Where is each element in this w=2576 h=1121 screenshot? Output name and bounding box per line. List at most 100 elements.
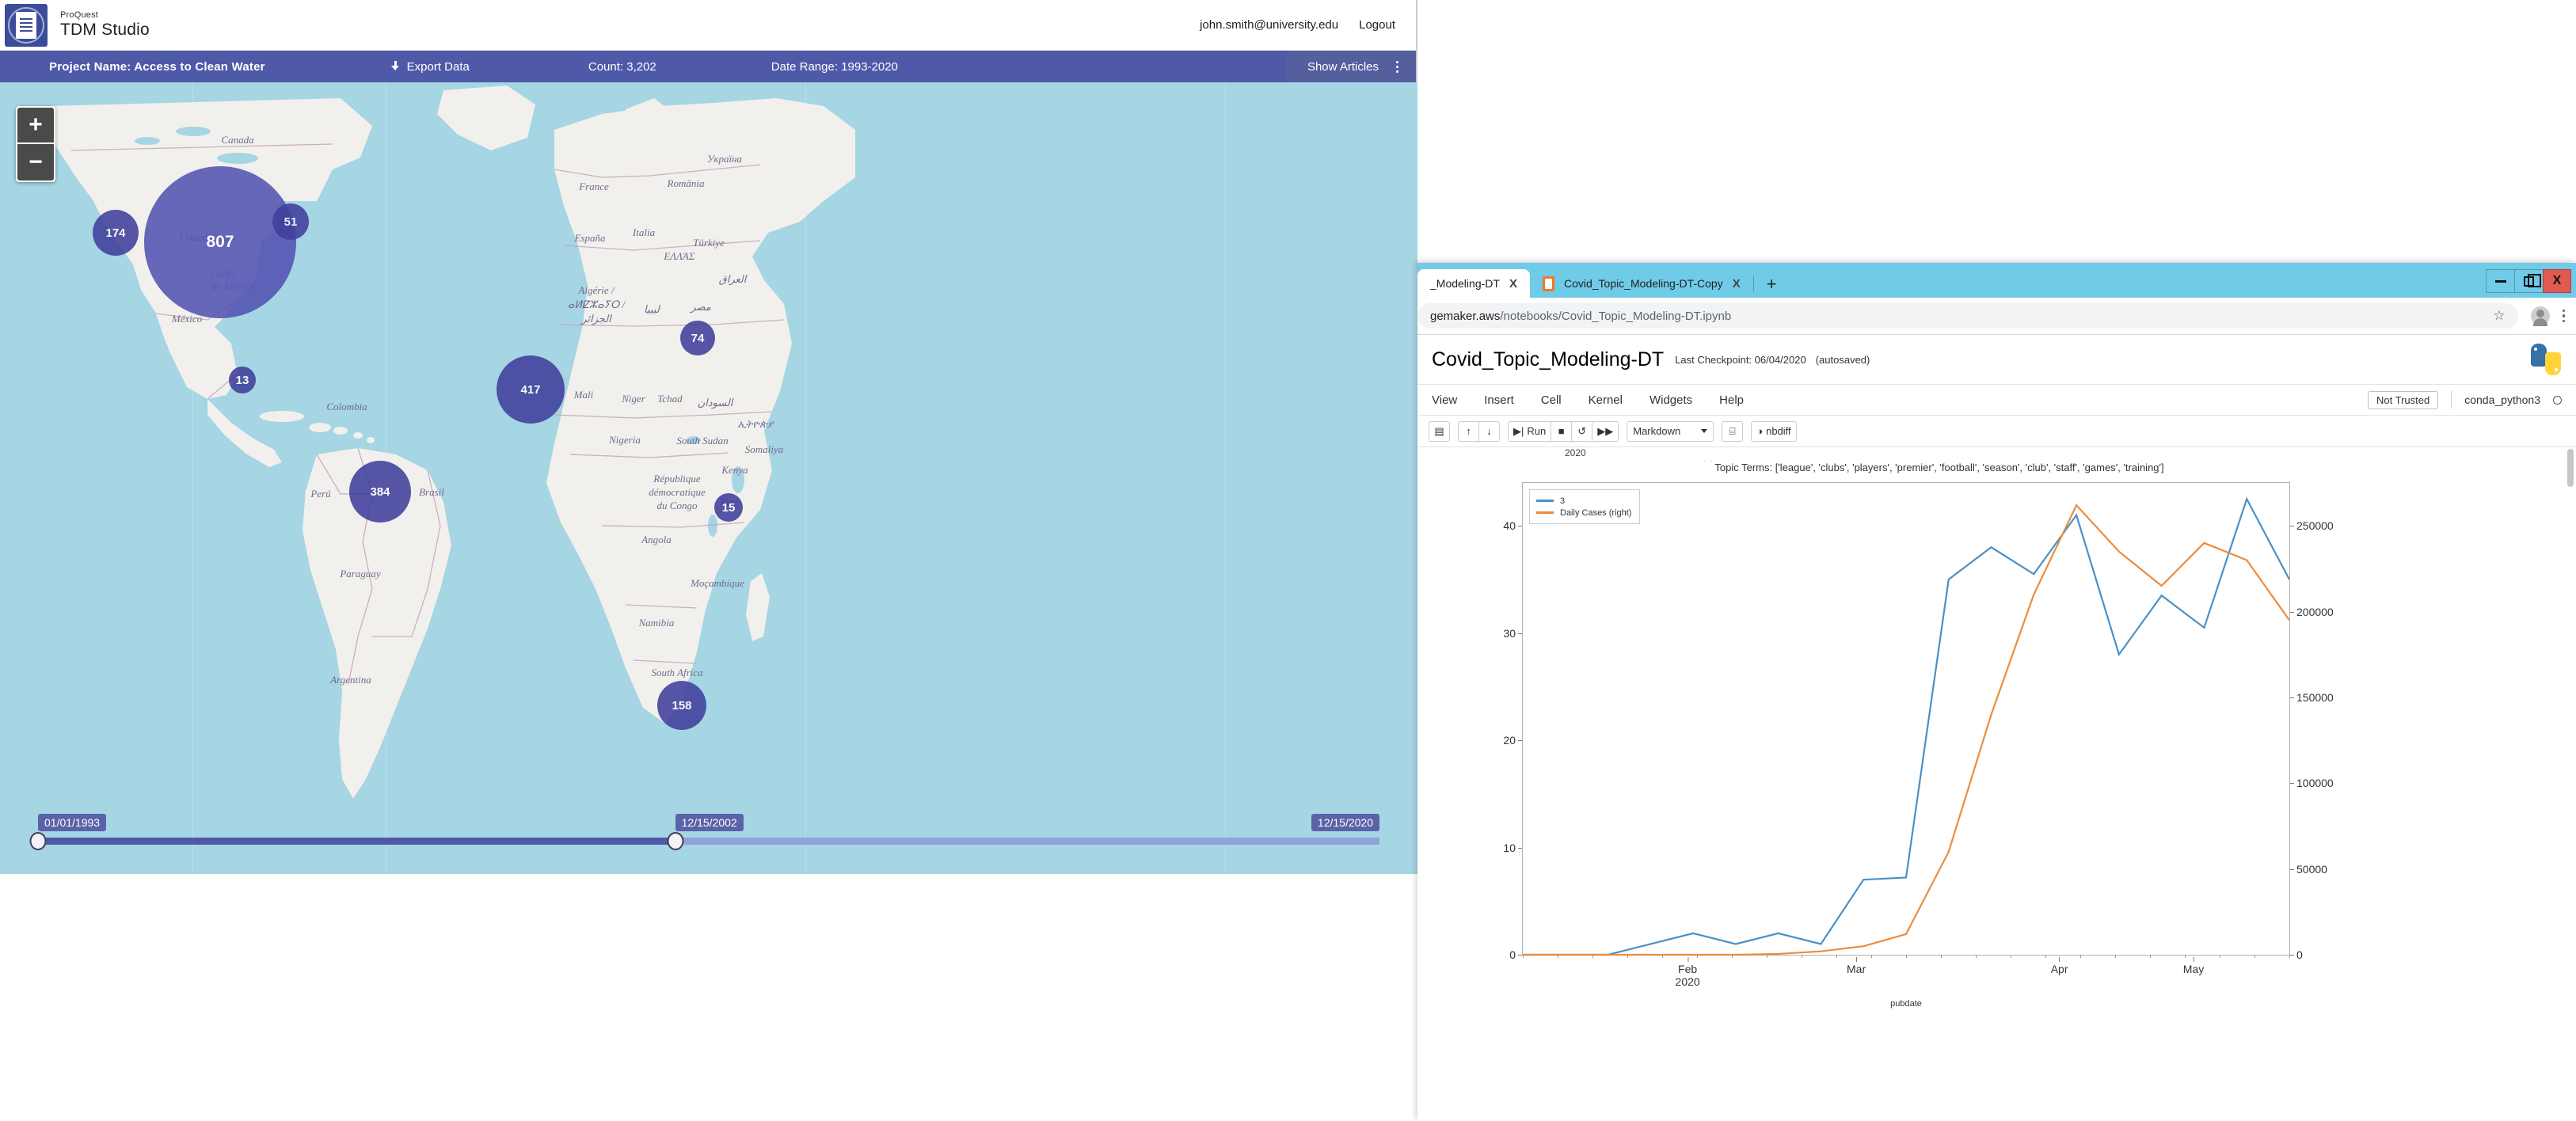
map-zoom-controls[interactable]: + − bbox=[16, 106, 55, 182]
window-minimize-button[interactable] bbox=[2486, 269, 2514, 293]
toolbar-group-save: ▤ bbox=[1429, 420, 1450, 442]
legend-swatch-0 bbox=[1536, 500, 1554, 502]
window-restore-button[interactable] bbox=[2514, 269, 2543, 293]
world-map[interactable]: CanadaUnited StatesMéxicoGolfode MéxicoC… bbox=[0, 82, 1417, 874]
bookmark-star-icon[interactable]: ☆ bbox=[2493, 308, 2505, 324]
menu-cell[interactable]: Cell bbox=[1541, 393, 1562, 407]
browser-menu-icon[interactable] bbox=[2562, 309, 2565, 323]
map-bubble-marker[interactable]: 807 bbox=[144, 166, 296, 318]
browser-tab-2-close-icon[interactable]: X bbox=[1733, 277, 1741, 291]
save-button[interactable]: ▤ bbox=[1429, 420, 1450, 442]
timeline-handle-current[interactable] bbox=[667, 832, 684, 850]
account-email: john.smith@university.edu bbox=[1200, 18, 1339, 32]
legend-swatch-1 bbox=[1536, 511, 1554, 514]
chart-ytick-right: 100000 bbox=[2290, 777, 2334, 790]
stop-kernel-button[interactable]: ■ bbox=[1551, 420, 1573, 442]
chart-series-svg bbox=[1523, 483, 2289, 955]
chart-ytick-left: 10 bbox=[1503, 841, 1522, 854]
browser-tab-strip: _Modeling-DT X Covid_Topic_Modeling-DT-C… bbox=[1417, 263, 2576, 298]
nbdiff-label: nbdiff bbox=[1766, 425, 1791, 437]
run-label: Run bbox=[1527, 425, 1547, 437]
cell-type-select[interactable]: Markdown bbox=[1627, 420, 1714, 442]
chart-ytick-left: 30 bbox=[1503, 626, 1522, 640]
chart-xtick-minor bbox=[1976, 955, 1977, 958]
menu-insert[interactable]: Insert bbox=[1484, 393, 1514, 407]
notebook-body[interactable]: 2020 pubdate Topic Terms: ['league', 'cl… bbox=[1417, 447, 2576, 1073]
chart-plot-area: 0 10 20 30 40 0 50000 100000 150000 200000 250000… bbox=[1503, 482, 2334, 1009]
chart-ytick-right: 50000 bbox=[2290, 862, 2327, 876]
chart-xtick-minor bbox=[2080, 955, 2081, 958]
nbdiff-button[interactable]: ◑ nbdiff bbox=[1751, 420, 1797, 442]
move-cell-up-button[interactable]: ↑ bbox=[1458, 420, 1479, 442]
logout-link[interactable]: Logout bbox=[1359, 18, 1395, 32]
nbdiff-icon: ◑ bbox=[1756, 425, 1764, 437]
scrollbar-thumb[interactable] bbox=[2567, 449, 2574, 487]
map-bubble-marker[interactable]: 15 bbox=[714, 493, 743, 522]
account-area: john.smith@university.edu Logout bbox=[1200, 18, 1395, 32]
browser-tab-1[interactable]: _Modeling-DT X bbox=[1417, 269, 1530, 298]
new-tab-button[interactable]: + bbox=[1754, 274, 1790, 298]
toolbar-group-nbdiff: ◑ nbdiff bbox=[1751, 420, 1797, 442]
map-bubble-marker[interactable]: 158 bbox=[657, 681, 706, 730]
brand-tdm-studio-label: TDM Studio bbox=[60, 20, 150, 39]
restart-kernel-button[interactable]: ↺ bbox=[1571, 420, 1593, 442]
trust-status-button[interactable]: Not Trusted bbox=[2368, 390, 2439, 409]
export-data-button[interactable]: Export Data bbox=[390, 60, 470, 74]
browser-tab-1-close-icon[interactable]: X bbox=[1509, 277, 1517, 291]
command-palette-button[interactable]: ⌸ bbox=[1722, 420, 1744, 442]
status-divider bbox=[2451, 391, 2452, 408]
move-cell-down-button[interactable]: ↓ bbox=[1478, 420, 1500, 442]
more-options-icon[interactable] bbox=[1396, 60, 1398, 73]
menu-view[interactable]: View bbox=[1432, 393, 1457, 407]
notebook-title[interactable]: Covid_Topic_Modeling-DT bbox=[1432, 348, 1664, 371]
map-bubble-marker[interactable]: 174 bbox=[93, 210, 139, 256]
matplotlib-figure: Topic Terms: ['league', 'clubs', 'player… bbox=[1452, 462, 2426, 1016]
map-bubble-marker[interactable]: 74 bbox=[680, 321, 715, 355]
menu-kernel[interactable]: Kernel bbox=[1589, 393, 1623, 407]
chevron-down-icon bbox=[1701, 429, 1708, 433]
chart-xlabel: pubdate bbox=[1890, 999, 1922, 1009]
profile-avatar-icon[interactable] bbox=[2530, 306, 2550, 326]
screenshot-root: ProQuest TDM Studio john.smith@universit… bbox=[0, 0, 2576, 1121]
notebook-scrollbar[interactable] bbox=[2566, 447, 2574, 1073]
timeline-track[interactable] bbox=[29, 832, 1379, 850]
url-host: gemaker.aws bbox=[1430, 309, 1501, 323]
chart-xtick-minor bbox=[1906, 955, 1907, 958]
zoom-out-button[interactable]: − bbox=[17, 144, 54, 180]
restart-run-all-button[interactable]: ▶▶ bbox=[1592, 420, 1619, 442]
zoom-in-button[interactable]: + bbox=[17, 108, 54, 144]
chart-xtick: Feb 2020 bbox=[1675, 957, 1700, 988]
last-checkpoint-label: Last Checkpoint: 06/04/2020 bbox=[1675, 353, 1806, 366]
timeline-handle-start[interactable] bbox=[29, 832, 47, 850]
jupyter-status-area: Not Trusted conda_python3 bbox=[2368, 390, 2562, 409]
python-logo-icon bbox=[2530, 344, 2562, 375]
map-bubble-marker[interactable]: 417 bbox=[497, 355, 565, 424]
timeline-end-label: 12/15/2020 bbox=[1311, 814, 1379, 831]
timeline-start-label: 01/01/1993 bbox=[38, 814, 107, 831]
timeline-current-label: 12/15/2002 bbox=[675, 814, 744, 831]
map-bubble-value: 417 bbox=[520, 382, 541, 397]
toolbar-group-move: ↑ ↓ bbox=[1458, 420, 1500, 442]
show-articles-button[interactable]: Show Articles bbox=[1286, 51, 1416, 82]
chart-xtick-minor bbox=[2150, 955, 2151, 958]
chart-xtick-minor bbox=[2289, 955, 2290, 958]
export-data-label: Export Data bbox=[406, 59, 470, 74]
window-close-button[interactable]: X bbox=[2543, 269, 2571, 293]
show-articles-label: Show Articles bbox=[1307, 59, 1379, 74]
chart-ytick-right: 250000 bbox=[2290, 519, 2334, 533]
toolbar-group-run: ▶| Run ■ ↺ ▶▶ bbox=[1508, 420, 1619, 442]
map-bubble-marker[interactable]: 51 bbox=[272, 203, 309, 240]
restore-icon bbox=[2524, 273, 2541, 287]
address-bar-input[interactable]: gemaker.aws/notebooks/Covid_Topic_Modeli… bbox=[1417, 303, 2518, 329]
run-cell-button[interactable]: ▶| Run bbox=[1508, 420, 1552, 442]
tdm-studio-app: ProQuest TDM Studio john.smith@universit… bbox=[0, 0, 1417, 874]
menu-help[interactable]: Help bbox=[1719, 393, 1744, 407]
timeline-slider[interactable]: 01/01/1993 12/15/2002 12/15/2020 bbox=[0, 803, 1417, 858]
map-bubble-value: 51 bbox=[283, 215, 298, 229]
map-bubble-marker[interactable]: 384 bbox=[349, 461, 411, 522]
browser-url-bar: gemaker.aws/notebooks/Covid_Topic_Modeli… bbox=[1417, 298, 2576, 335]
browser-tab-2[interactable]: Covid_Topic_Modeling-DT-Copy X bbox=[1529, 269, 1753, 298]
jupyter-notebook-icon bbox=[1542, 276, 1554, 291]
menu-widgets[interactable]: Widgets bbox=[1649, 393, 1692, 407]
map-bubble-marker[interactable]: 13 bbox=[229, 367, 256, 393]
